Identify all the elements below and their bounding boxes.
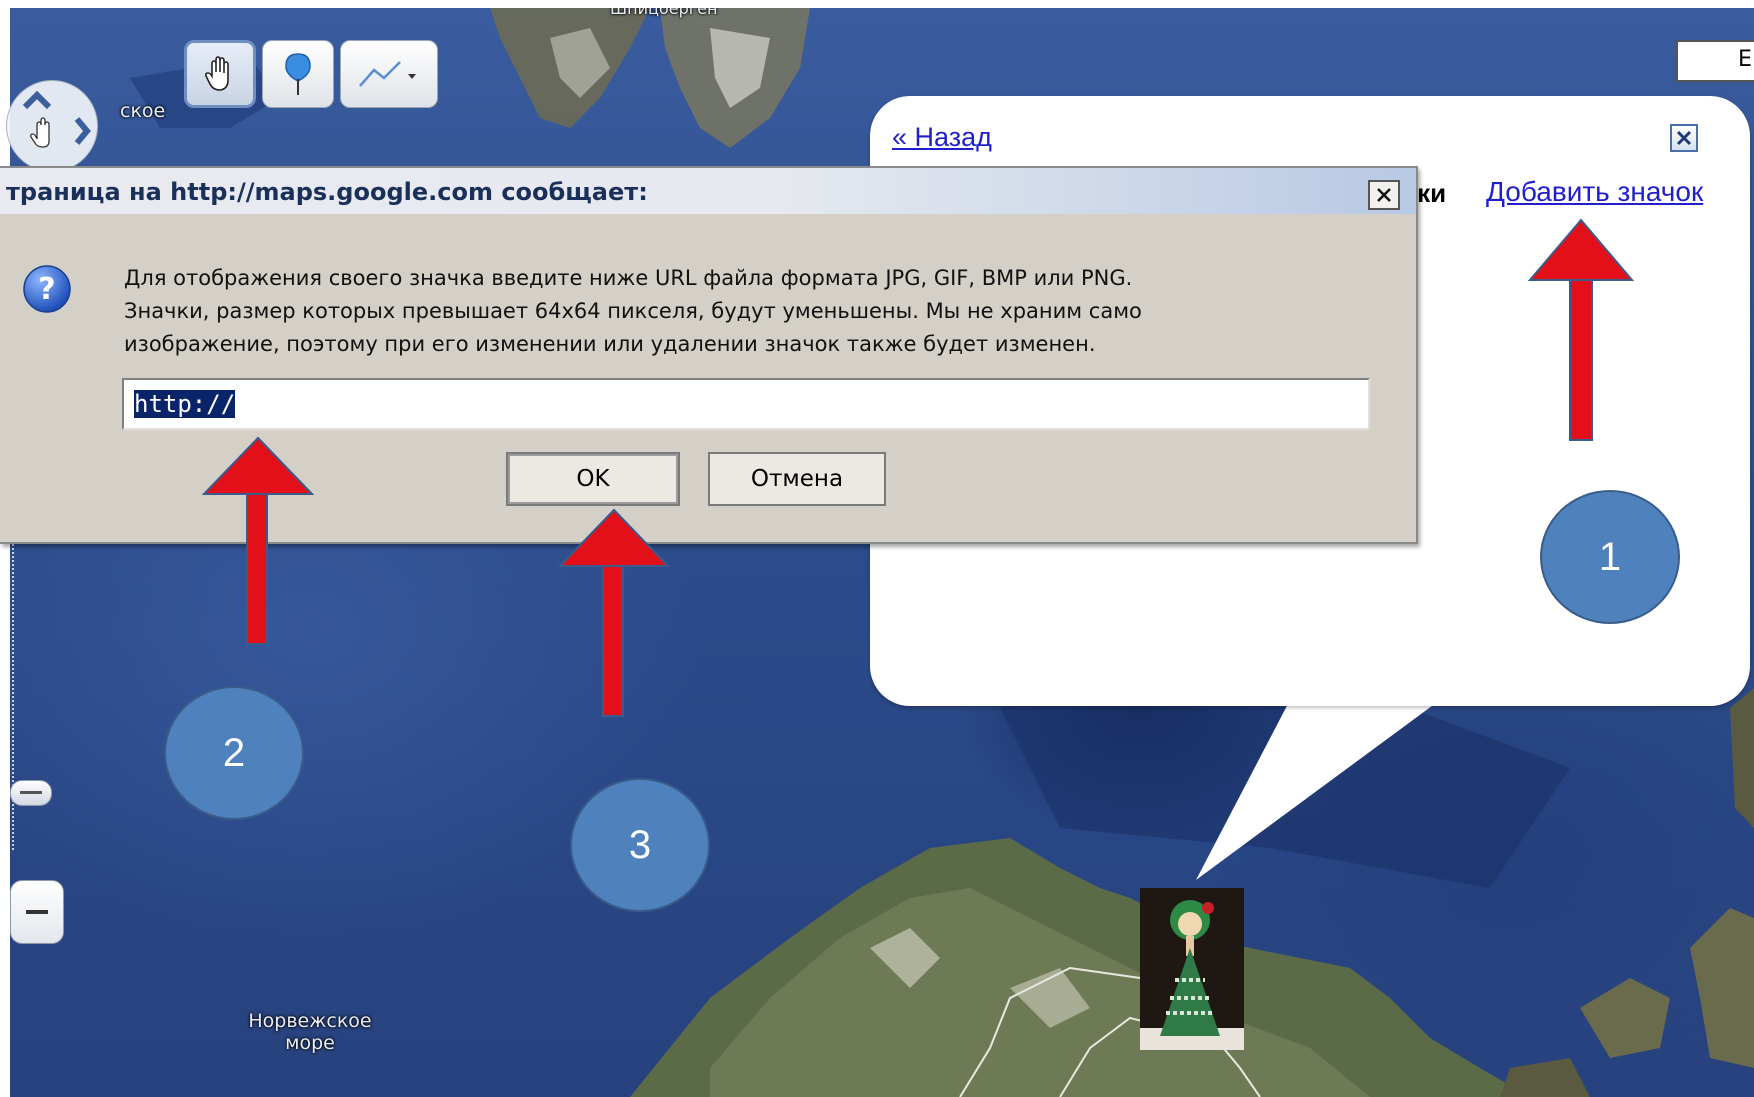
map-label-line: море [285,1032,335,1054]
back-link[interactable]: « Назад [892,122,992,153]
placemark-tool-button[interactable] [262,40,334,108]
minus-icon [26,910,48,914]
zoom-out-button[interactable] [10,880,64,944]
cancel-button[interactable]: Отмена [708,452,886,506]
map-search-box[interactable]: E [1676,40,1754,82]
hand-icon [204,56,229,91]
dialog-title: траница на http://maps.google.com сообща… [6,178,648,206]
add-icon-link[interactable]: Добавить значок [1486,176,1703,208]
map-label-svalbard: Шпицберген [610,8,718,18]
pan-control[interactable] [6,80,98,172]
dialog-message-line: изображение, поэтому при его изменении и… [124,332,1096,356]
map-label-norwegian-sea: Норвежское море [240,1010,380,1054]
annotation-marker-3: 3 [570,778,710,912]
custom-photo-marker[interactable] [1140,888,1244,1050]
dialog-message-line: Значки, размер которых превышает 64x64 п… [124,299,1142,323]
pan-arrows-icon [22,90,91,148]
question-icon: ? [23,265,71,313]
line-dropdown-icon [359,61,416,87]
svg-text:?: ? [38,272,55,307]
icon-url-input[interactable] [122,378,1370,430]
annotation-marker-2: 2 [164,686,304,820]
map-label-line: Норвежское [248,1010,372,1032]
doll-photo-icon [1140,888,1244,1050]
ok-button[interactable]: OK [506,452,680,506]
placemark-icon [285,53,311,95]
dialog-titlebar[interactable]: траница на http://maps.google.com сообща… [0,168,1416,214]
map-label-fragment-left: ское [120,100,166,122]
close-icon [1377,188,1391,202]
line-tool-button[interactable] [340,40,438,108]
zoom-handle-grip-icon [20,791,42,794]
hand-tool-button[interactable] [184,40,256,108]
info-window-close-button[interactable] [1670,124,1698,152]
dialog-message-line: Для отображения своего значка введите ни… [124,266,1133,290]
dialog-message: Для отображения своего значка введите ни… [124,262,1354,361]
close-icon [1676,130,1692,146]
annotation-marker-1: 1 [1540,490,1680,624]
dialog-close-button[interactable] [1368,180,1400,210]
screenshot: ское Шпицберген Норвежское море E « Наза… [0,0,1754,1097]
alert-dialog: траница на http://maps.google.com сообща… [0,166,1418,544]
zoom-slider-handle[interactable] [10,780,52,806]
